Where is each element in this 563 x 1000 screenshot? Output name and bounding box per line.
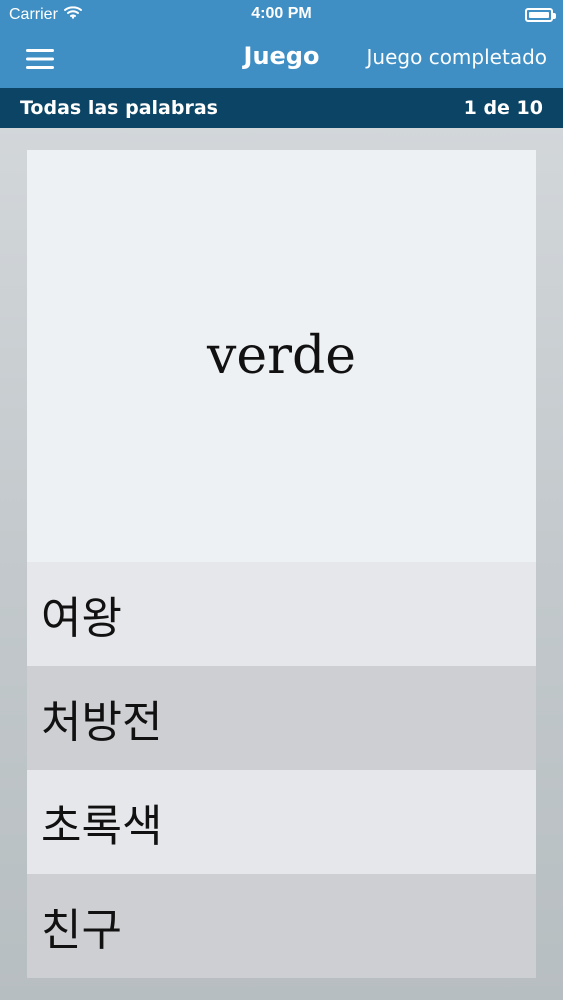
top-bar: Carrier 4:00 PM Juego Juego completado — [0, 0, 563, 88]
answer-option-3[interactable]: 초록색 — [27, 770, 536, 874]
status-time: 4:00 PM — [251, 5, 312, 22]
status-bar: Carrier 4:00 PM — [0, 0, 563, 30]
answer-option-text: 초록색 — [41, 801, 163, 852]
answer-option-text: 친구 — [41, 905, 122, 956]
answer-option-1[interactable]: 여왕 — [27, 562, 536, 666]
answer-option-text: 여왕 — [41, 593, 122, 644]
game-completed-button[interactable]: Juego completado — [367, 45, 547, 69]
progress-label: 1 de 10 — [463, 97, 543, 119]
navigation-bar: Juego Juego completado — [0, 30, 563, 88]
answer-option-text: 처방전 — [41, 697, 163, 748]
quiz-card: verde 여왕 처방전 초록색 친구 — [27, 150, 536, 978]
answer-option-2[interactable]: 처방전 — [27, 666, 536, 770]
prompt-word: verde — [206, 326, 357, 386]
answer-options: 여왕 처방전 초록색 친구 — [27, 562, 536, 978]
word-set-label: Todas las palabras — [20, 97, 218, 119]
battery-fill — [529, 12, 549, 18]
quiz-subheader: Todas las palabras 1 de 10 — [0, 88, 563, 128]
battery-icon — [525, 8, 556, 22]
answer-option-4[interactable]: 친구 — [27, 874, 536, 978]
